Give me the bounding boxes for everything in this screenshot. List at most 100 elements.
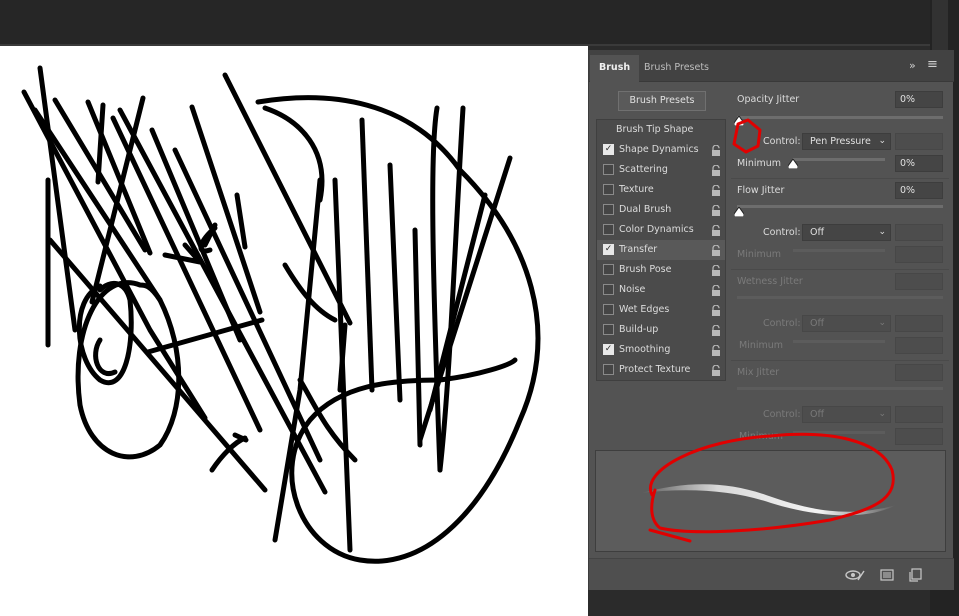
chevron-down-icon: ⌄ (878, 136, 886, 146)
brush-option-smoothing[interactable]: ✓ Smoothing (597, 340, 725, 360)
option-label: Noise (619, 284, 646, 295)
wetness-control-dropdown: Off ⌄ (802, 315, 891, 332)
opacity-minimum-label: Minimum (737, 158, 782, 169)
option-checkbox[interactable] (603, 224, 614, 235)
opacity-jitter-thumb[interactable] (734, 116, 744, 126)
panel-tab-bar: Brush Brush Presets » ≡ (589, 50, 954, 82)
option-checkbox[interactable] (603, 164, 614, 175)
lock-icon[interactable] (711, 344, 721, 356)
option-label: Transfer (619, 244, 658, 255)
double-chevron-right-icon[interactable]: » (909, 59, 916, 72)
lock-icon[interactable] (711, 364, 721, 376)
option-checkbox[interactable] (603, 184, 614, 195)
lock-icon[interactable] (711, 204, 721, 216)
brush-option-texture[interactable]: Texture (597, 180, 725, 200)
document-tab-bar (0, 0, 959, 46)
flow-minimum-label: Minimum (737, 249, 782, 260)
option-label: Build-up (619, 324, 659, 335)
brush-grid-icon[interactable] (880, 568, 894, 582)
wetness-control-label: Control: (763, 318, 801, 329)
option-label: Brush Pose (619, 264, 672, 275)
mix-jitter-label: Mix Jitter (737, 367, 780, 378)
opacity-minimum-slider[interactable] (793, 158, 885, 161)
lock-icon[interactable] (711, 164, 721, 176)
mix-control-value: Off (810, 409, 825, 420)
lock-icon[interactable] (711, 304, 721, 316)
opacity-jitter-label: Opacity Jitter (737, 94, 800, 105)
opacity-minimum-thumb[interactable] (788, 159, 798, 169)
brush-presets-button[interactable]: Brush Presets (618, 91, 706, 111)
lock-icon[interactable] (711, 224, 721, 236)
brush-option-protect-texture[interactable]: Protect Texture (597, 360, 725, 380)
option-checkbox[interactable] (603, 324, 614, 335)
option-label: Protect Texture (619, 364, 691, 375)
brush-tip-shape-item[interactable]: Brush Tip Shape (597, 120, 725, 140)
toggle-preview-icon[interactable] (845, 568, 865, 582)
brush-option-dual-brush[interactable]: Dual Brush (597, 200, 725, 220)
wetness-minimum-slider (793, 340, 885, 343)
option-checkbox[interactable]: ✓ (603, 344, 614, 355)
tab-brush[interactable]: Brush (590, 55, 640, 82)
flow-control-dropdown[interactable]: Off ⌄ (802, 224, 891, 241)
brush-option-scattering[interactable]: Scattering (597, 160, 725, 180)
lock-icon[interactable] (711, 264, 721, 276)
option-checkbox[interactable] (603, 364, 614, 375)
flow-control-value: Off (810, 227, 825, 238)
option-checkbox[interactable] (603, 264, 614, 275)
flow-control-label: Control: (763, 227, 801, 238)
brush-option-shape-dynamics[interactable]: ✓ Shape Dynamics (597, 140, 725, 160)
lock-icon[interactable] (711, 244, 721, 256)
option-checkbox[interactable]: ✓ (603, 244, 614, 255)
brush-option-brush-pose[interactable]: Brush Pose (597, 260, 725, 280)
mix-minimum-slider (793, 431, 885, 434)
flow-control-extra-field (895, 224, 943, 241)
mix-minimum-label: Minimum (739, 431, 784, 442)
brush-options-list: Brush Tip Shape ✓ Shape Dynamics Scatterin… (596, 119, 726, 381)
brush-option-color-dynamics[interactable]: Color Dynamics (597, 220, 725, 240)
chevron-down-icon: ⌄ (878, 227, 886, 237)
wetness-control-value: Off (810, 318, 825, 329)
scribble-drawing (21, 65, 541, 564)
option-label: Dual Brush (619, 204, 672, 215)
opacity-control-dropdown[interactable]: Pen Pressure ⌄ (802, 133, 891, 150)
option-checkbox[interactable] (603, 204, 614, 215)
opacity-jitter-field[interactable]: 0% (895, 91, 943, 108)
document-canvas[interactable] (0, 46, 588, 616)
brush-panel: Brush Brush Presets » ≡ Brush Presets Br… (588, 50, 954, 590)
lock-icon[interactable] (711, 324, 721, 336)
wetness-jitter-slider (737, 296, 943, 299)
lock-icon[interactable] (711, 144, 721, 156)
option-label: Color Dynamics (619, 224, 694, 235)
opacity-control-value: Pen Pressure (810, 136, 871, 147)
opacity-jitter-slider[interactable] (737, 116, 943, 119)
brush-option-wet-edges[interactable]: Wet Edges (597, 300, 725, 320)
brush-option-build-up[interactable]: Build-up (597, 320, 725, 340)
hamburger-menu-icon[interactable]: ≡ (927, 57, 938, 72)
wetness-minimum-field (895, 337, 943, 354)
new-preset-icon[interactable] (909, 568, 923, 582)
wetness-minimum-label: Minimum (739, 340, 784, 351)
brush-option-noise[interactable]: Noise (597, 280, 725, 300)
flow-jitter-field[interactable]: 0% (895, 182, 943, 199)
section-divider (731, 178, 949, 179)
mix-control-extra-field (895, 406, 943, 423)
lock-icon[interactable] (711, 284, 721, 296)
flow-jitter-thumb[interactable] (734, 207, 744, 217)
opacity-minimum-field[interactable]: 0% (895, 155, 943, 172)
option-checkbox[interactable] (603, 284, 614, 295)
flow-jitter-label: Flow Jitter (737, 185, 785, 196)
option-checkbox[interactable]: ✓ (603, 144, 614, 155)
wetness-jitter-label: Wetness Jitter (737, 276, 803, 287)
section-divider (731, 269, 949, 270)
brush-option-transfer[interactable]: ✓ Transfer (597, 240, 725, 260)
mix-minimum-field (895, 428, 943, 445)
option-checkbox[interactable] (603, 304, 614, 315)
brush-stroke-preview (595, 450, 946, 552)
mix-jitter-slider (737, 387, 943, 390)
flow-minimum-field (895, 246, 943, 263)
panel-footer (589, 558, 954, 590)
tab-brush-presets[interactable]: Brush Presets (635, 55, 718, 82)
lock-icon[interactable] (711, 184, 721, 196)
chevron-down-icon: ⌄ (878, 409, 886, 419)
flow-jitter-slider[interactable] (737, 205, 943, 208)
